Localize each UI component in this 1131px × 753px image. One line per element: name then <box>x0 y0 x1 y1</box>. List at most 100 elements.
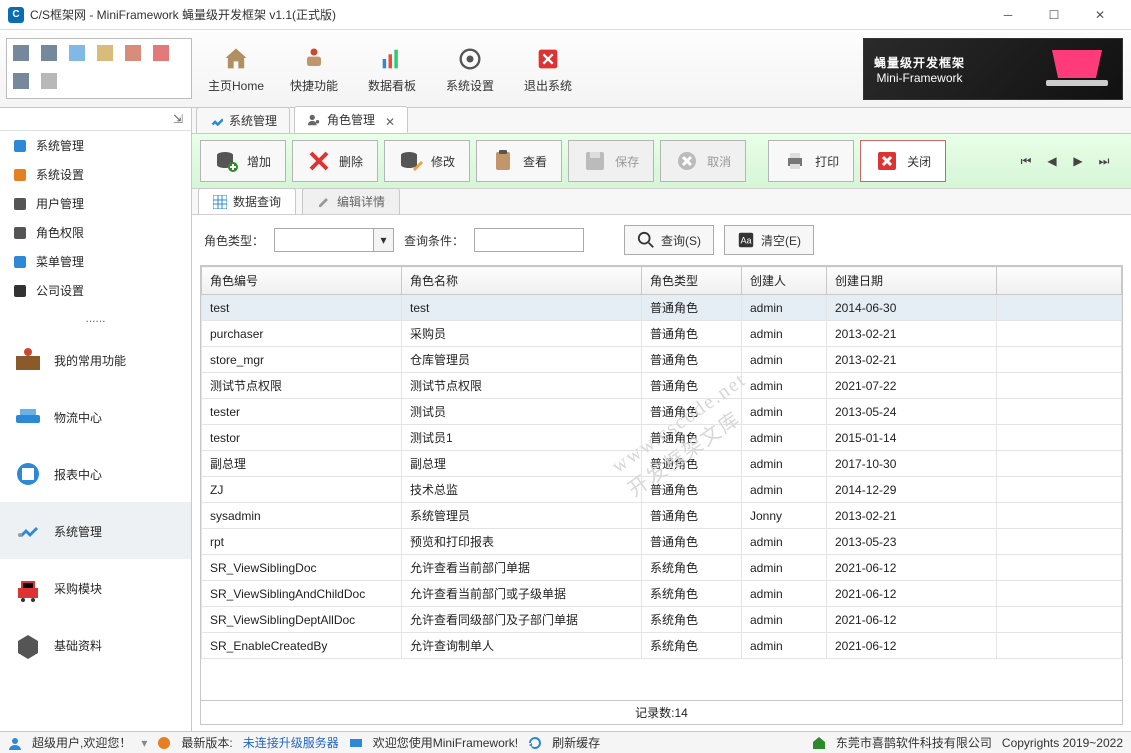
qat-icon[interactable] <box>41 45 57 61</box>
table-row[interactable]: testor测试员1普通角色admin2015-01-14 <box>202 425 1122 451</box>
sidebar-module-label: 基础资料 <box>54 637 102 654</box>
sidebar-item[interactable]: 用户管理 <box>0 189 191 218</box>
qat-icon[interactable] <box>41 73 57 89</box>
minimize-button[interactable]: ─ <box>985 0 1031 30</box>
qat-icon[interactable] <box>125 45 141 61</box>
status-refresh[interactable]: 刷新缓存 <box>552 734 600 751</box>
table-cell: 2021-07-22 <box>827 373 997 399</box>
settings-button[interactable]: 系统设置 <box>440 43 500 94</box>
edit-button[interactable]: 修改 <box>384 140 470 182</box>
table-row[interactable]: SR_ViewSiblingAndChildDoc允许查看当前部门或子级单据系统… <box>202 581 1122 607</box>
sidebar-item[interactable]: 角色权限 <box>0 218 191 247</box>
maximize-button[interactable]: ☐ <box>1031 0 1077 30</box>
sidebar-module[interactable]: 基础资料 <box>0 616 191 673</box>
role-type-input[interactable] <box>274 228 374 252</box>
table-row[interactable]: store_mgr仓库管理员普通角色admin2013-02-21 <box>202 347 1122 373</box>
table-row[interactable]: SR_ViewSiblingDeptAllDoc允许查看同级部门及子部门单据系统… <box>202 607 1122 633</box>
table-cell: 允许查询制单人 <box>402 633 642 659</box>
exit-button[interactable]: 退出系统 <box>518 43 578 94</box>
sidebar-module[interactable]: 物流中心 <box>0 388 191 445</box>
document-tab[interactable]: 系统管理 <box>196 107 290 133</box>
subtab-query[interactable]: 数据查询 <box>198 188 296 214</box>
home-button[interactable]: 主页Home <box>206 43 266 94</box>
users-icon <box>12 196 28 212</box>
module-icon <box>14 574 42 602</box>
column-header[interactable]: 创建人 <box>742 267 827 295</box>
sidebar-module[interactable]: 系统管理 <box>0 502 191 559</box>
cancel-button[interactable]: 取消 <box>660 140 746 182</box>
role-type-combo[interactable]: ▾ <box>274 228 394 252</box>
column-header[interactable]: 创建日期 <box>827 267 997 295</box>
table-row[interactable]: rpt预览和打印报表普通角色admin2013-05-23 <box>202 529 1122 555</box>
column-header[interactable]: 角色类型 <box>642 267 742 295</box>
search-button[interactable]: 查询(S) <box>624 225 714 255</box>
column-header[interactable]: 角色编号 <box>202 267 402 295</box>
data-grid[interactable]: 角色编号角色名称角色类型创建人创建日期testtest普通角色admin2014… <box>200 265 1123 701</box>
dashboard-button[interactable]: 数据看板 <box>362 43 422 94</box>
delete-button[interactable]: 删除 <box>292 140 378 182</box>
table-cell: 2014-06-30 <box>827 295 997 321</box>
chevron-down-icon[interactable]: ▾ <box>374 228 394 252</box>
table-row[interactable]: ZJ技术总监普通角色admin2014-12-29 <box>202 477 1122 503</box>
status-version-link[interactable]: 未连接升级服务器 <box>243 734 339 751</box>
action-toolbar: 增加 删除 修改 查看 保存 取消 <box>192 134 1131 189</box>
table-cell: 2021-06-12 <box>827 607 997 633</box>
status-user: 超级用户,欢迎您！ <box>32 734 131 751</box>
quick-button[interactable]: 快捷功能 <box>284 43 344 94</box>
table-cell: 允许查看同级部门及子部门单据 <box>402 607 642 633</box>
column-header[interactable]: 角色名称 <box>402 267 642 295</box>
sidebar-module[interactable]: 报表中心 <box>0 445 191 502</box>
table-cell: admin <box>742 295 827 321</box>
qat-icon[interactable] <box>69 45 85 61</box>
subtab-edit[interactable]: 编辑详情 <box>302 188 400 214</box>
next-record-button[interactable]: ▶ <box>1069 152 1087 170</box>
table-row[interactable]: SR_ViewSiblingDoc允许查看当前部门单据系统角色admin2021… <box>202 555 1122 581</box>
view-button[interactable]: 查看 <box>476 140 562 182</box>
sidebar-item[interactable]: 系统管理 <box>0 131 191 160</box>
table-cell: 2013-02-21 <box>827 503 997 529</box>
first-record-button[interactable]: ⏮ <box>1017 152 1035 170</box>
sidebar-item[interactable]: 公司设置 <box>0 276 191 305</box>
condition-input[interactable] <box>474 228 584 252</box>
close-button[interactable]: 关闭 <box>860 140 946 182</box>
close-tab-icon[interactable]: ✕ <box>385 115 395 125</box>
table-row[interactable]: tester测试员普通角色admin2013-05-24 <box>202 399 1122 425</box>
table-cell: 副总理 <box>402 451 642 477</box>
table-row[interactable]: 副总理副总理普通角色admin2017-10-30 <box>202 451 1122 477</box>
table-row[interactable]: sysadmin系统管理员普通角色Jonny2013-02-21 <box>202 503 1122 529</box>
table-row[interactable]: SR_EnableCreatedBy允许查询制单人系统角色admin2021-0… <box>202 633 1122 659</box>
table-cell: 2021-06-12 <box>827 555 997 581</box>
welcome-icon <box>349 736 363 750</box>
table-row[interactable]: 测试节点权限测试节点权限普通角色admin2021-07-22 <box>202 373 1122 399</box>
table-cell: tester <box>202 399 402 425</box>
column-header[interactable] <box>997 267 1122 295</box>
table-row[interactable]: purchaser采购员普通角色admin2013-02-21 <box>202 321 1122 347</box>
table-cell: 2013-02-21 <box>827 321 997 347</box>
qat-icon[interactable] <box>13 45 29 61</box>
table-cell: admin <box>742 529 827 555</box>
table-cell: 2021-06-12 <box>827 633 997 659</box>
table-cell: 普通角色 <box>642 503 742 529</box>
sidebar-module[interactable]: 我的常用功能 <box>0 331 191 388</box>
search-icon <box>637 231 655 249</box>
qat-icon[interactable] <box>97 45 113 61</box>
print-button[interactable]: 打印 <box>768 140 854 182</box>
table-cell: 系统角色 <box>642 581 742 607</box>
save-button[interactable]: 保存 <box>568 140 654 182</box>
sidebar-item[interactable]: 系统设置 <box>0 160 191 189</box>
qat-icon[interactable] <box>13 73 29 89</box>
table-row[interactable]: testtest普通角色admin2014-06-30 <box>202 295 1122 321</box>
sidebar-module[interactable]: 采购模块 <box>0 559 191 616</box>
clear-button[interactable]: Aa 清空(E) <box>724 225 814 255</box>
document-tab[interactable]: 角色管理✕ <box>294 106 408 133</box>
sidebar-item[interactable]: 菜单管理 <box>0 247 191 276</box>
pin-icon[interactable]: ⇲ <box>0 108 191 131</box>
qat-icon[interactable] <box>153 45 169 61</box>
user-icon <box>8 736 22 750</box>
chart-icon <box>376 43 408 75</box>
prev-record-button[interactable]: ◀ <box>1043 152 1061 170</box>
status-version-label: 最新版本: <box>181 734 232 751</box>
last-record-button[interactable]: ⏭ <box>1095 152 1113 170</box>
close-window-button[interactable]: ✕ <box>1077 0 1123 30</box>
add-button[interactable]: 增加 <box>200 140 286 182</box>
